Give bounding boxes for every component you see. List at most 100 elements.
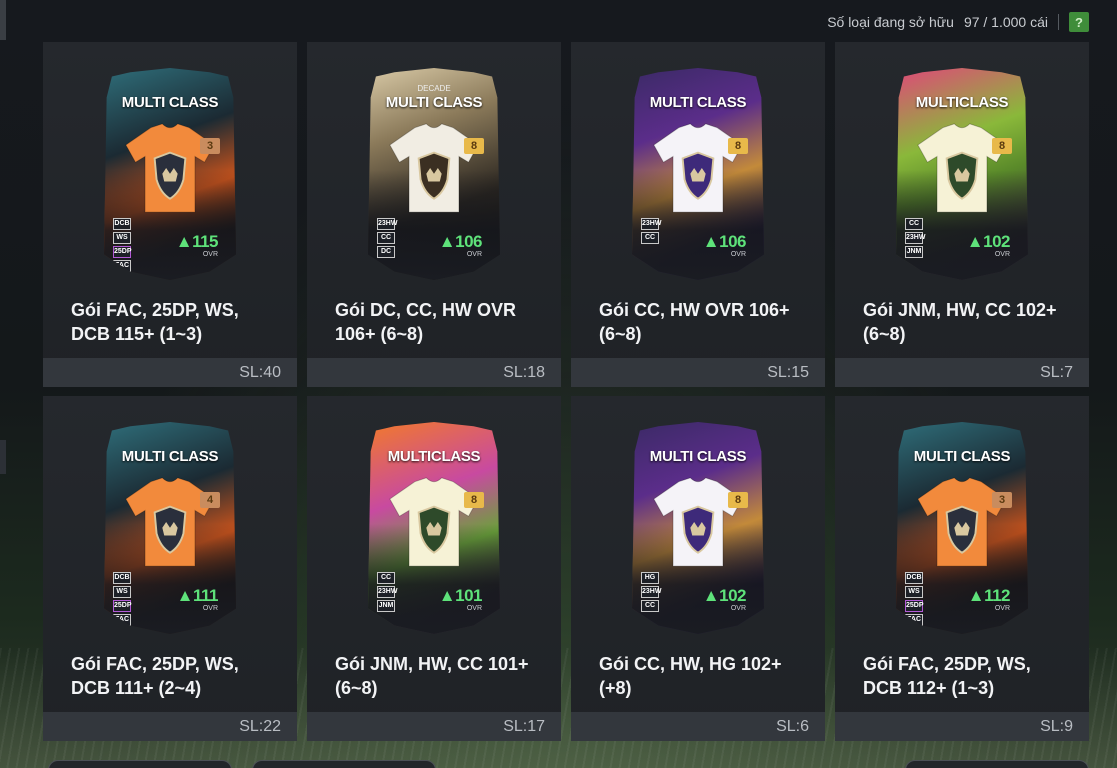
pack-card-art: MULTI CLASS 8 HG 23HW CC ▲102 OVR xyxy=(632,422,764,634)
card-subtitle: DECADE xyxy=(417,84,451,93)
ovr-value: ▲111 xyxy=(176,586,219,605)
position-list: 23HW CC xyxy=(641,218,661,244)
card-title: MULTI CLASS xyxy=(121,94,219,111)
quantity-label: SL:9 xyxy=(1040,717,1073,735)
owned-value: 97 / 1.000 cái xyxy=(963,14,1048,30)
jersey xyxy=(121,120,219,216)
ovr-value: ▲102 xyxy=(966,232,1011,251)
position-badge: WS xyxy=(113,586,131,598)
ovr-value: ▲115 xyxy=(175,232,219,251)
position-badge: 23HW xyxy=(641,218,661,230)
quantity-bar: SL:40 xyxy=(43,358,297,387)
ovr-label: OVR xyxy=(730,605,746,612)
jersey xyxy=(913,474,1011,570)
position-badge: 23HW xyxy=(641,586,661,598)
jersey xyxy=(649,474,747,570)
grade-badge: 8 xyxy=(464,492,484,508)
grade-badge: 8 xyxy=(728,492,748,508)
quantity-bar: SL:15 xyxy=(571,358,825,387)
pack-name: Gói FAC, 25DP, WS, DCB 112+ (1~3) xyxy=(863,654,1031,698)
position-badge: FAC xyxy=(113,614,131,626)
position-list: CC 23HW JNM xyxy=(905,218,925,258)
pack-name: Gói FAC, 25DP, WS, DCB 115+ (1~3) xyxy=(71,300,239,344)
grade-badge: 8 xyxy=(728,138,748,154)
jersey-icon xyxy=(389,123,479,213)
position-badge: 23HW xyxy=(377,218,397,230)
bottom-button-3[interactable] xyxy=(905,760,1089,768)
pack-tile[interactable]: MULTI CLASS 3 DCB WS 25DP FAC ▲112 OVR Gói … xyxy=(835,396,1089,741)
quantity-bar: SL:18 xyxy=(307,358,561,387)
pack-tile[interactable]: MULTI CLASS 8 HG 23HW CC ▲102 OVR Gói CC, … xyxy=(571,396,825,741)
quantity-label: SL:22 xyxy=(239,717,281,735)
position-list: 23HW CC DC xyxy=(377,218,397,258)
position-badge: CC xyxy=(377,232,395,244)
pack-tile[interactable]: MULTI CLASS 8 23HW CC ▲106 OVR Gói CC, HW… xyxy=(571,42,825,387)
position-badge: FAC xyxy=(113,260,131,272)
quantity-bar: SL:7 xyxy=(835,358,1089,387)
divider xyxy=(1058,14,1059,30)
jersey-icon xyxy=(653,477,743,567)
ovr-label: OVR xyxy=(466,251,482,258)
pack-name: Gói JNM, HW, CC 101+ (6~8) xyxy=(335,654,529,698)
pack-card-art: MULTI CLASS 4 DCB WS 25DP FAC ▲111 OVR xyxy=(104,422,236,634)
pack-card-art: DECADE MULTI CLASS 8 23HW CC DC ▲106 OVR xyxy=(368,68,500,280)
pack-name: Gói FAC, 25DP, WS, DCB 111+ (2~4) xyxy=(71,654,239,698)
position-list: HG 23HW CC xyxy=(641,572,661,612)
quantity-label: SL:7 xyxy=(1040,363,1073,381)
position-badge: 23HW xyxy=(377,586,397,598)
pack-card-art: MULTI CLASS 3 DCB WS 25DP FAC ▲115 OVR xyxy=(104,68,236,280)
jersey xyxy=(385,120,483,216)
quantity-bar: SL:22 xyxy=(43,712,297,741)
quantity-label: SL:17 xyxy=(503,717,545,735)
pack-card-art: MULTI CLASS 3 DCB WS 25DP FAC ▲112 OVR xyxy=(896,422,1028,634)
jersey-icon xyxy=(653,123,743,213)
bottom-button-2[interactable] xyxy=(252,760,436,768)
pack-tile[interactable]: MULTI CLASS 3 DCB WS 25DP FAC ▲115 OVR Gói … xyxy=(43,42,297,387)
grade-badge: 3 xyxy=(992,492,1012,508)
position-badge: CC xyxy=(377,572,395,584)
quantity-bar: SL:17 xyxy=(307,712,561,741)
side-tab-top xyxy=(0,0,6,40)
grade-badge: 3 xyxy=(200,138,220,154)
pack-tile[interactable]: MULTI CLASS 4 DCB WS 25DP FAC ▲111 OVR Gói … xyxy=(43,396,297,741)
jersey-icon xyxy=(125,477,215,567)
pack-tile[interactable]: MULTICLASS 8 CC 23HW JNM ▲101 OVR Gói JNM,… xyxy=(307,396,561,741)
position-badge: FAC xyxy=(905,614,923,626)
help-button[interactable]: ? xyxy=(1069,12,1089,32)
ovr-value: ▲112 xyxy=(967,586,1011,605)
position-list: DCB WS 25DP FAC xyxy=(113,572,132,626)
jersey-icon xyxy=(917,477,1007,567)
position-badge: DCB xyxy=(113,572,131,584)
ovr-label: OVR xyxy=(466,605,482,612)
card-title: MULTI CLASS xyxy=(913,448,1011,465)
grade-badge: 4 xyxy=(200,492,220,508)
pack-grid: MULTI CLASS 3 DCB WS 25DP FAC ▲115 OVR Gói … xyxy=(43,42,1089,741)
pack-card-art: MULTI CLASS 8 23HW CC ▲106 OVR xyxy=(632,68,764,280)
jersey-icon xyxy=(125,123,215,213)
position-list: DCB WS 25DP FAC xyxy=(905,572,924,626)
position-badge: DCB xyxy=(905,572,923,584)
position-badge: JNM xyxy=(377,600,395,612)
jersey xyxy=(649,120,747,216)
ovr-label: OVR xyxy=(730,251,746,258)
ovr-value: ▲106 xyxy=(438,232,483,251)
position-badge: WS xyxy=(113,232,131,244)
quantity-bar: SL:6 xyxy=(571,712,825,741)
ovr-label: OVR xyxy=(994,251,1010,258)
ovr-value: ▲102 xyxy=(702,586,747,605)
pack-name: Gói JNM, HW, CC 102+ (6~8) xyxy=(863,300,1057,344)
grade-badge: 8 xyxy=(464,138,484,154)
ovr-value: ▲101 xyxy=(438,586,483,605)
position-badge: CC xyxy=(641,600,659,612)
ovr-value: ▲106 xyxy=(702,232,747,251)
position-badge: CC xyxy=(641,232,659,244)
pack-tile[interactable]: MULTICLASS 8 CC 23HW JNM ▲102 OVR Gói JNM,… xyxy=(835,42,1089,387)
quantity-label: SL:18 xyxy=(503,363,545,381)
jersey-icon xyxy=(917,123,1007,213)
quantity-label: SL:15 xyxy=(767,363,809,381)
pack-tile[interactable]: DECADE MULTI CLASS 8 23HW CC DC ▲106 OVR G… xyxy=(307,42,561,387)
bottom-button-1[interactable] xyxy=(48,760,232,768)
card-title: MULTI CLASS xyxy=(121,448,219,465)
position-badge: 25DP xyxy=(113,600,132,612)
jersey xyxy=(913,120,1011,216)
